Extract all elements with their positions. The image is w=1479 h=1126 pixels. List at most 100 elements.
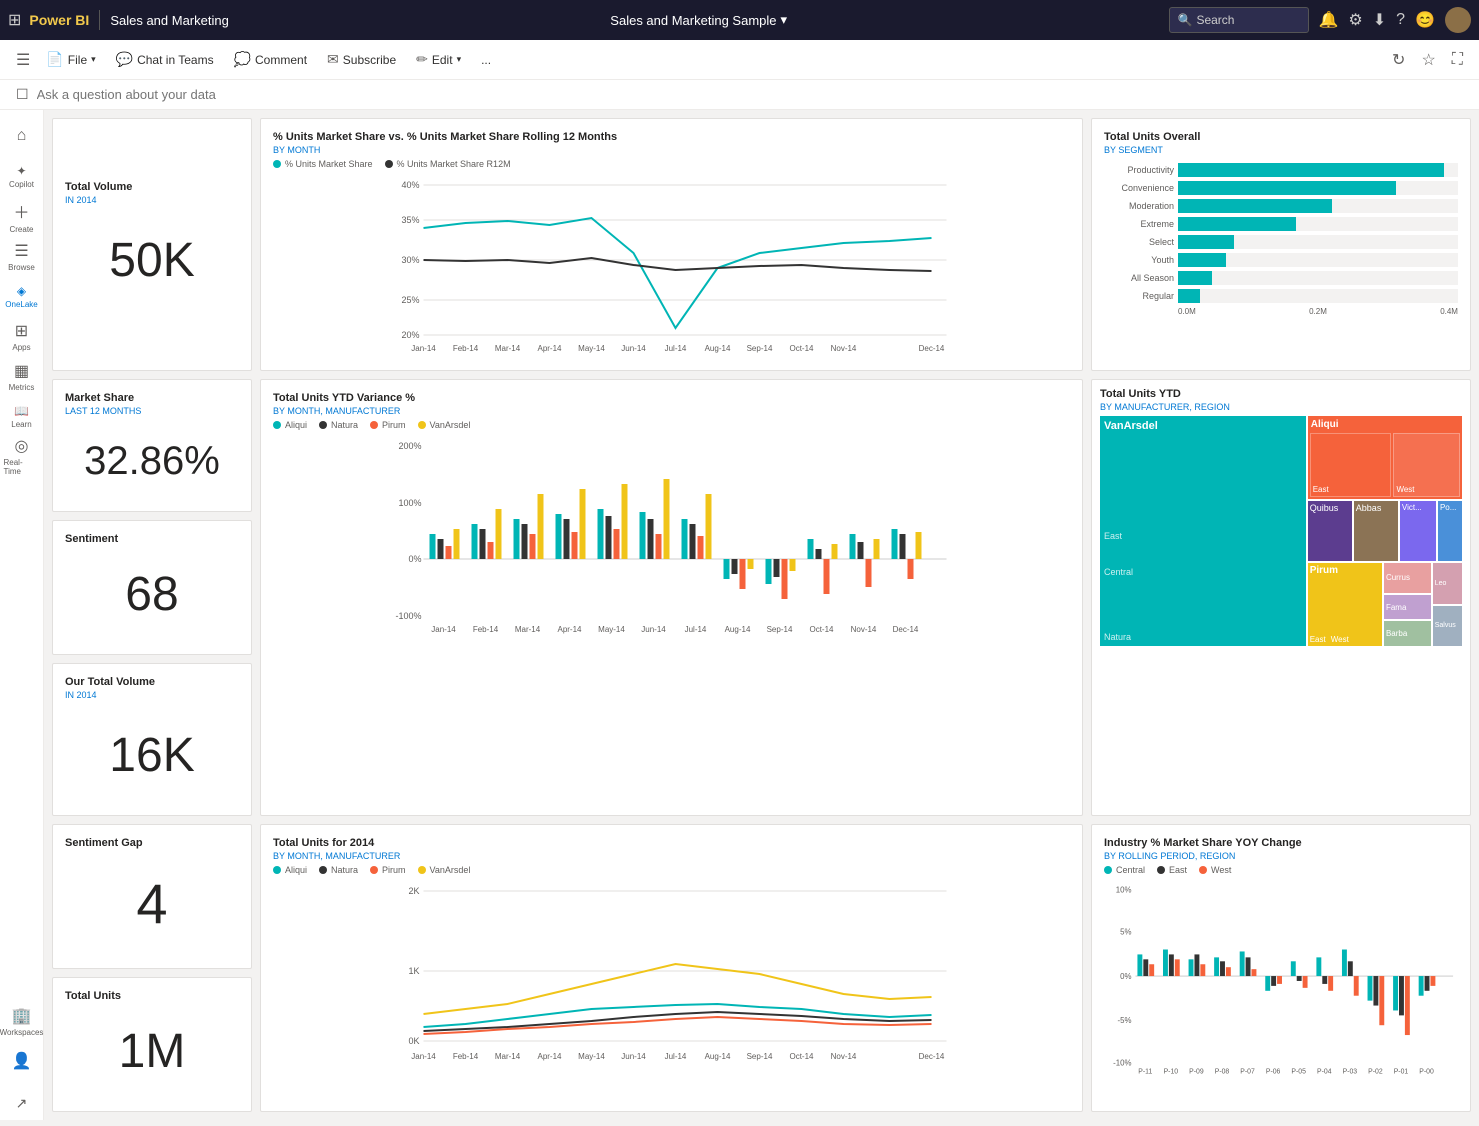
ytd-variance-legend: Aliqui Natura Pirum VanArsdel bbox=[273, 420, 1070, 430]
sidebar-label-realtime: Real-Time bbox=[4, 458, 40, 476]
total-units-ytd-card[interactable]: Total Units YTD BY MANUFACTURER, REGION … bbox=[1091, 379, 1471, 816]
sentiment-gap-card[interactable]: Sentiment Gap 4 bbox=[52, 824, 252, 969]
sidebar-item-learn[interactable]: 📖 Learn bbox=[4, 398, 40, 434]
svg-text:2K: 2K bbox=[408, 886, 419, 896]
legend2-dot-natura bbox=[319, 866, 327, 874]
file-button[interactable]: 📄 File ▾ bbox=[38, 47, 103, 72]
profile-icon: 👤 bbox=[12, 1051, 32, 1071]
total-units-2014-card[interactable]: Total Units for 2014 BY MONTH, MANUFACTU… bbox=[260, 824, 1083, 1112]
industry-legend-dot-west bbox=[1199, 866, 1207, 874]
total-volume-value: 50K bbox=[65, 213, 239, 308]
notifications-icon[interactable]: 🔔 bbox=[1319, 10, 1339, 30]
total-units-2014-legend: Aliqui Natura Pirum VanArsdel bbox=[273, 865, 1070, 875]
market-share-legend: % Units Market Share % Units Market Shar… bbox=[273, 159, 1070, 169]
help-icon[interactable]: ? bbox=[1396, 11, 1405, 29]
svg-text:-10%: -10% bbox=[1113, 1059, 1131, 1068]
bar-row-youth: Youth bbox=[1104, 253, 1458, 267]
svg-text:Aug-14: Aug-14 bbox=[725, 625, 751, 634]
svg-text:P-10: P-10 bbox=[1164, 1068, 1179, 1075]
legend-dot-pirum bbox=[370, 421, 378, 429]
total-units-ytd-subtitle: BY MANUFACTURER, REGION bbox=[1100, 402, 1462, 412]
total-units-value: 1M bbox=[65, 1004, 239, 1099]
sidebar-item-metrics[interactable]: ▦ Metrics bbox=[4, 358, 40, 394]
bar-row-extreme: Extreme bbox=[1104, 217, 1458, 231]
qna-input[interactable] bbox=[37, 87, 1463, 102]
industry-legend: Central East West bbox=[1104, 865, 1458, 875]
download-icon[interactable]: ⬇ bbox=[1373, 10, 1386, 30]
bar-fill-convenience bbox=[1178, 181, 1396, 195]
svg-text:P-04: P-04 bbox=[1317, 1068, 1332, 1075]
svg-text:Aug-14: Aug-14 bbox=[705, 344, 731, 353]
total-volume-card[interactable]: Total Volume IN 2014 50K bbox=[52, 118, 252, 371]
expand-sidebar-icon[interactable]: ↗ bbox=[16, 1095, 28, 1112]
smiley-icon[interactable]: 😊 bbox=[1415, 10, 1435, 30]
treemap-label-vanarsdel: VanArsdel bbox=[1104, 420, 1158, 432]
total-units-card[interactable]: Total Units 1M bbox=[52, 977, 252, 1112]
total-units-2014-title: Total Units for 2014 bbox=[273, 837, 1070, 849]
ytd-variance-svg: 200% 100% 0% -100% bbox=[273, 434, 1070, 634]
menu-icon[interactable]: ☰ bbox=[12, 46, 34, 74]
refresh-icon[interactable]: ↻ bbox=[1388, 46, 1409, 74]
total-units-2014-svg: 2K 1K 0K Jan-14 Feb-14 bbox=[273, 879, 1070, 1069]
market-share-card[interactable]: Market Share LAST 12 MONTHS 32.86% bbox=[52, 379, 252, 512]
legend-dot-aliqui bbox=[273, 421, 281, 429]
legend2-label-aliqui: Aliqui bbox=[285, 865, 307, 875]
search-box[interactable]: 🔍 Search bbox=[1169, 7, 1309, 33]
report-title[interactable]: Sales and Marketing Sample bbox=[610, 13, 776, 28]
second-navigation: ☰ 📄 File ▾ 💬 Chat in Teams 💭 Comment ✉ S… bbox=[0, 40, 1479, 80]
settings-icon[interactable]: ⚙ bbox=[1348, 10, 1362, 30]
treemap-sublabel-vanarsdel-east: East bbox=[1104, 531, 1122, 541]
treemap-right: Aliqui East West Quibus Abbas Vict... Po… bbox=[1308, 416, 1462, 646]
grid-icon[interactable]: ⊞ bbox=[8, 10, 21, 30]
total-units-overall-card[interactable]: Total Units Overall BY SEGMENT Productiv… bbox=[1091, 118, 1471, 371]
more-button[interactable]: ... bbox=[473, 49, 499, 71]
our-total-volume-card[interactable]: Our Total Volume IN 2014 16K bbox=[52, 663, 252, 816]
comment-label: Comment bbox=[255, 53, 307, 67]
favorite-icon[interactable]: ☆ bbox=[1417, 46, 1439, 74]
subscribe-button[interactable]: ✉ Subscribe bbox=[319, 47, 404, 72]
legend-pirum: Pirum bbox=[370, 420, 406, 430]
legend-label-r12m: % Units Market Share R12M bbox=[397, 159, 511, 169]
legend2-label-vanarsdel: VanArsdel bbox=[430, 865, 471, 875]
nav-separator bbox=[99, 10, 100, 30]
total-units-overall-subtitle: BY SEGMENT bbox=[1104, 145, 1458, 155]
edit-button[interactable]: ✏ Edit ▾ bbox=[408, 47, 469, 72]
file-chevron-icon: ▾ bbox=[91, 54, 96, 65]
sidebar-item-create[interactable]: ＋ Create bbox=[4, 198, 40, 234]
svg-text:P-06: P-06 bbox=[1266, 1068, 1281, 1075]
industry-legend-label-central: Central bbox=[1116, 865, 1145, 875]
comment-button[interactable]: 💭 Comment bbox=[226, 47, 315, 72]
industry-market-share-card[interactable]: Industry % Market Share YOY Change BY RO… bbox=[1091, 824, 1471, 1112]
sidebar-item-realtime[interactable]: ◎ Real-Time bbox=[4, 438, 40, 474]
legend2-natura: Natura bbox=[319, 865, 358, 875]
sidebar-item-workspaces[interactable]: 🏢 Workspaces bbox=[4, 1003, 40, 1039]
industry-legend-dot-east bbox=[1157, 866, 1165, 874]
sidebar-item-apps[interactable]: ⊞ Apps bbox=[4, 318, 40, 354]
search-label: Search bbox=[1196, 13, 1234, 27]
ytd-variance-card[interactable]: Total Units YTD Variance % BY MONTH, MAN… bbox=[260, 379, 1083, 816]
chevron-down-icon[interactable]: ▾ bbox=[781, 12, 788, 28]
sidebar-item-home[interactable]: ⌂ bbox=[4, 118, 40, 154]
bar-row-regular: Regular bbox=[1104, 289, 1458, 303]
svg-text:Nov-14: Nov-14 bbox=[851, 625, 877, 634]
sidebar-item-browse[interactable]: ☰ Browse bbox=[4, 238, 40, 274]
market-share-line-card[interactable]: % Units Market Share vs. % Units Market … bbox=[260, 118, 1083, 371]
legend-label-pirum: Pirum bbox=[382, 420, 406, 430]
legend-item-r12m: % Units Market Share R12M bbox=[385, 159, 511, 169]
learn-icon: 📖 bbox=[14, 404, 29, 418]
treemap-pirum-west: West bbox=[1331, 635, 1349, 644]
sidebar-item-copilot[interactable]: ✦ Copilot bbox=[4, 158, 40, 194]
treemap-vict: Vict... bbox=[1400, 501, 1436, 561]
sentiment-card[interactable]: Sentiment 68 bbox=[52, 520, 252, 655]
chat-teams-button[interactable]: 💬 Chat in Teams bbox=[108, 47, 222, 72]
sidebar-item-profile[interactable]: 👤 bbox=[4, 1043, 40, 1079]
svg-text:5%: 5% bbox=[1120, 928, 1131, 937]
user-avatar[interactable] bbox=[1445, 7, 1471, 33]
industry-legend-dot-central bbox=[1104, 866, 1112, 874]
market-share-svg: 40% 35% 30% 25% 20% Jan-14 bbox=[273, 173, 1070, 353]
sidebar-label-create: Create bbox=[9, 225, 33, 234]
main-layout: ⌂ ✦ Copilot ＋ Create ☰ Browse ◈ OneLake … bbox=[0, 110, 1479, 1120]
treemap-fama: Fama bbox=[1384, 595, 1431, 620]
sidebar-item-onelake[interactable]: ◈ OneLake bbox=[4, 278, 40, 314]
fullscreen-icon[interactable]: ⛶ bbox=[1448, 47, 1467, 73]
